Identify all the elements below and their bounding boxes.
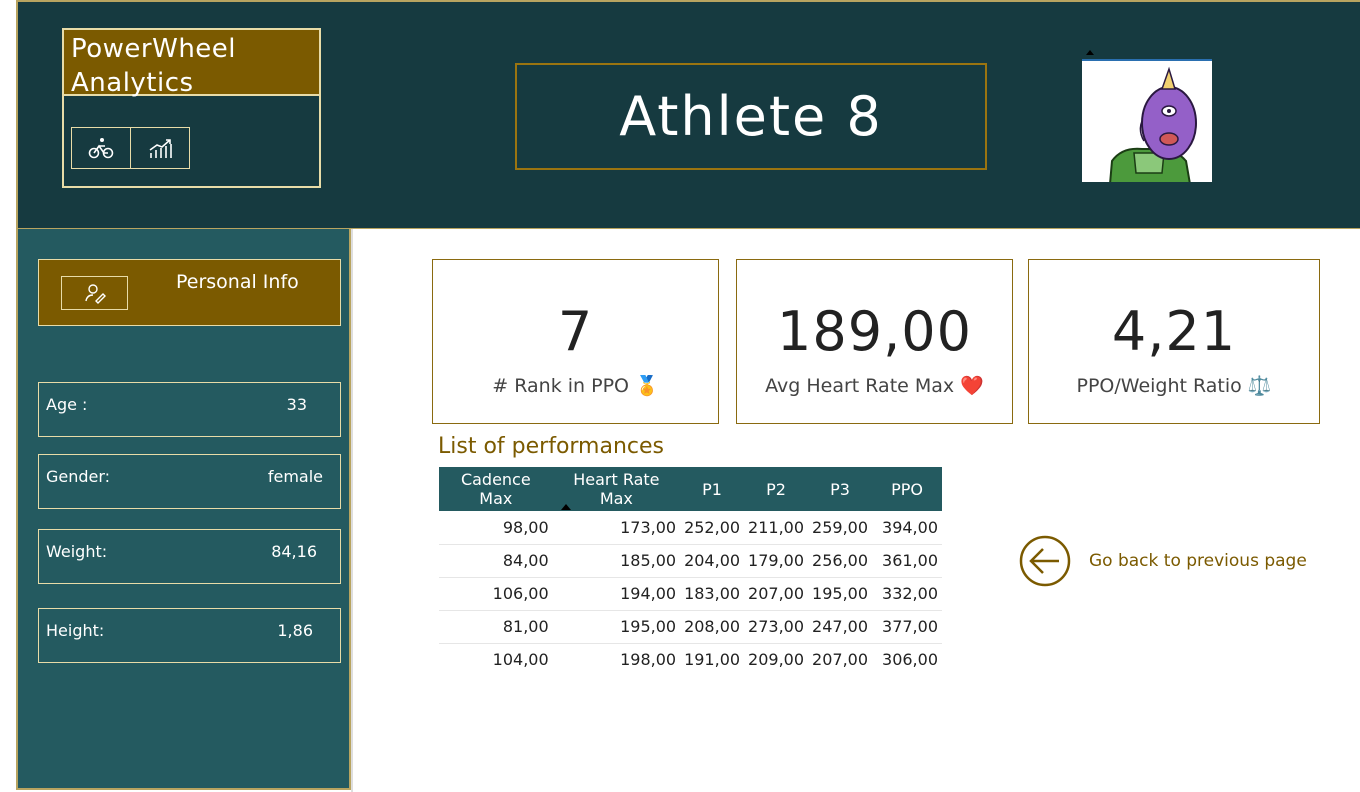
- cell-heart-rate-max: 198,00: [620, 650, 677, 670]
- cell-cadence-max: 106,00: [439, 577, 553, 611]
- column-header-ppo[interactable]: PPO: [872, 467, 942, 511]
- logo-panel: PowerWheel Analytics: [62, 28, 321, 188]
- kpi-rank-label: # Rank in PPO 🏅: [492, 375, 659, 397]
- cell-p1: 191,00: [684, 650, 741, 670]
- athlete-title-box: Athlete 8: [515, 63, 987, 170]
- age-field: Age : 33: [38, 382, 341, 437]
- athlete-name: Athlete 8: [619, 85, 883, 148]
- avatar-caret-icon: [1086, 50, 1094, 55]
- kpi-heart-rate-label: Avg Heart Rate Max ❤️: [765, 375, 984, 397]
- table-row: 106,00 194,00 183,00 207,00 195,00 332,0…: [439, 577, 942, 611]
- gender-label: Gender:: [46, 467, 111, 486]
- cell-p3: 247,00: [808, 610, 873, 644]
- cell-heart-rate-max: 194,00: [552, 577, 681, 611]
- cell-p2: 211,00: [744, 511, 809, 545]
- back-button[interactable]: [1019, 535, 1071, 587]
- height-label: Height:: [46, 621, 105, 640]
- performances-title: List of performances: [438, 434, 665, 459]
- weight-field: Weight: 84,16: [38, 529, 341, 584]
- table-row: 104,00 198,00 191,00 209,00 207,00 306,0…: [439, 643, 942, 676]
- cell-cadence-max: 104,00: [492, 650, 549, 670]
- kpi-rank-card: 7 # Rank in PPO 🏅: [432, 259, 719, 424]
- left-margin: [0, 0, 16, 792]
- age-value: 33: [286, 395, 307, 414]
- cell-cadence-max: 84,00: [439, 544, 553, 578]
- column-header-p1[interactable]: P1: [680, 467, 745, 511]
- height-value: 1,86: [277, 621, 313, 640]
- column-header-heart-rate-max[interactable]: Heart Rate Max: [552, 467, 681, 511]
- cell-p3: 256,00: [808, 544, 873, 578]
- nav-bike-button[interactable]: [71, 127, 131, 169]
- weight-value: 84,16: [271, 542, 317, 561]
- performances-table: Cadence Max Heart Rate Max P1 P2 P3 PPO …: [439, 467, 942, 676]
- cell-p2: 179,00: [744, 544, 809, 578]
- bike-icon: [88, 138, 114, 159]
- main-divider: [351, 229, 353, 792]
- weight-label: Weight:: [46, 542, 108, 561]
- column-header-cadence-max[interactable]: Cadence Max: [439, 467, 553, 511]
- table-row: 98,00 173,00 252,00 211,00 259,00 394,00: [439, 511, 942, 545]
- cell-p3: 195,00: [808, 577, 873, 611]
- cell-ppo: 306,00: [882, 650, 938, 670]
- sidebar: Personal Info Age : 33 Gender: female We…: [16, 229, 351, 790]
- cell-heart-rate-max: 195,00: [552, 610, 681, 644]
- cell-ppo: 394,00: [872, 511, 942, 545]
- chart-icon: [149, 139, 172, 158]
- cell-p1: 204,00: [680, 544, 745, 578]
- kpi-heart-rate-value: 189,00: [777, 300, 972, 363]
- cell-p2: 207,00: [744, 577, 809, 611]
- cell-ppo: 377,00: [872, 610, 942, 644]
- gender-field: Gender: female: [38, 454, 341, 509]
- app-title: PowerWheel Analytics: [64, 30, 319, 98]
- arrow-left-circle-icon: [1019, 535, 1071, 587]
- cell-ppo: 332,00: [872, 577, 942, 611]
- edit-person-icon: [84, 284, 106, 304]
- back-link[interactable]: Go back to previous page: [1089, 551, 1307, 571]
- cell-p3: 207,00: [812, 650, 869, 670]
- kpi-ratio-value: 4,21: [1111, 300, 1237, 363]
- monster-avatar-icon: [1109, 66, 1197, 182]
- avatar: [1082, 59, 1212, 182]
- column-header-p2[interactable]: P2: [744, 467, 809, 511]
- personal-info-button[interactable]: [61, 276, 128, 310]
- cell-p1: 208,00: [680, 610, 745, 644]
- cell-p2: 273,00: [744, 610, 809, 644]
- personal-info-header: Personal Info: [38, 259, 341, 326]
- header-banner: PowerWheel Analytics Athlete 8: [16, 0, 1360, 229]
- cell-p1: 252,00: [680, 511, 745, 545]
- cell-heart-rate-max: 185,00: [552, 544, 681, 578]
- cell-heart-rate-max: 173,00: [552, 511, 681, 545]
- cell-ppo: 361,00: [872, 544, 942, 578]
- kpi-ratio-card: 4,21 PPO/Weight Ratio ⚖️: [1028, 259, 1320, 424]
- age-label: Age :: [46, 395, 88, 414]
- gender-value: female: [267, 467, 323, 486]
- table-row: 81,00 195,00 208,00 273,00 247,00 377,00: [439, 610, 942, 644]
- cell-p2: 209,00: [748, 650, 805, 670]
- kpi-ratio-label: PPO/Weight Ratio ⚖️: [1076, 375, 1272, 397]
- kpi-heart-rate-card: 189,00 Avg Heart Rate Max ❤️: [736, 259, 1013, 424]
- cell-cadence-max: 98,00: [439, 511, 553, 545]
- nav-chart-button[interactable]: [130, 127, 190, 169]
- height-field: Height: 1,86: [38, 608, 341, 663]
- cell-cadence-max: 81,00: [439, 610, 553, 644]
- kpi-rank-value: 7: [557, 300, 594, 363]
- column-header-p3[interactable]: P3: [808, 467, 873, 511]
- table-row: 84,00 185,00 204,00 179,00 256,00 361,00: [439, 544, 942, 578]
- personal-info-label: Personal Info: [176, 271, 299, 293]
- cell-p1: 183,00: [680, 577, 745, 611]
- table-header-row: Cadence Max Heart Rate Max P1 P2 P3 PPO: [439, 467, 942, 511]
- cell-p3: 259,00: [808, 511, 873, 545]
